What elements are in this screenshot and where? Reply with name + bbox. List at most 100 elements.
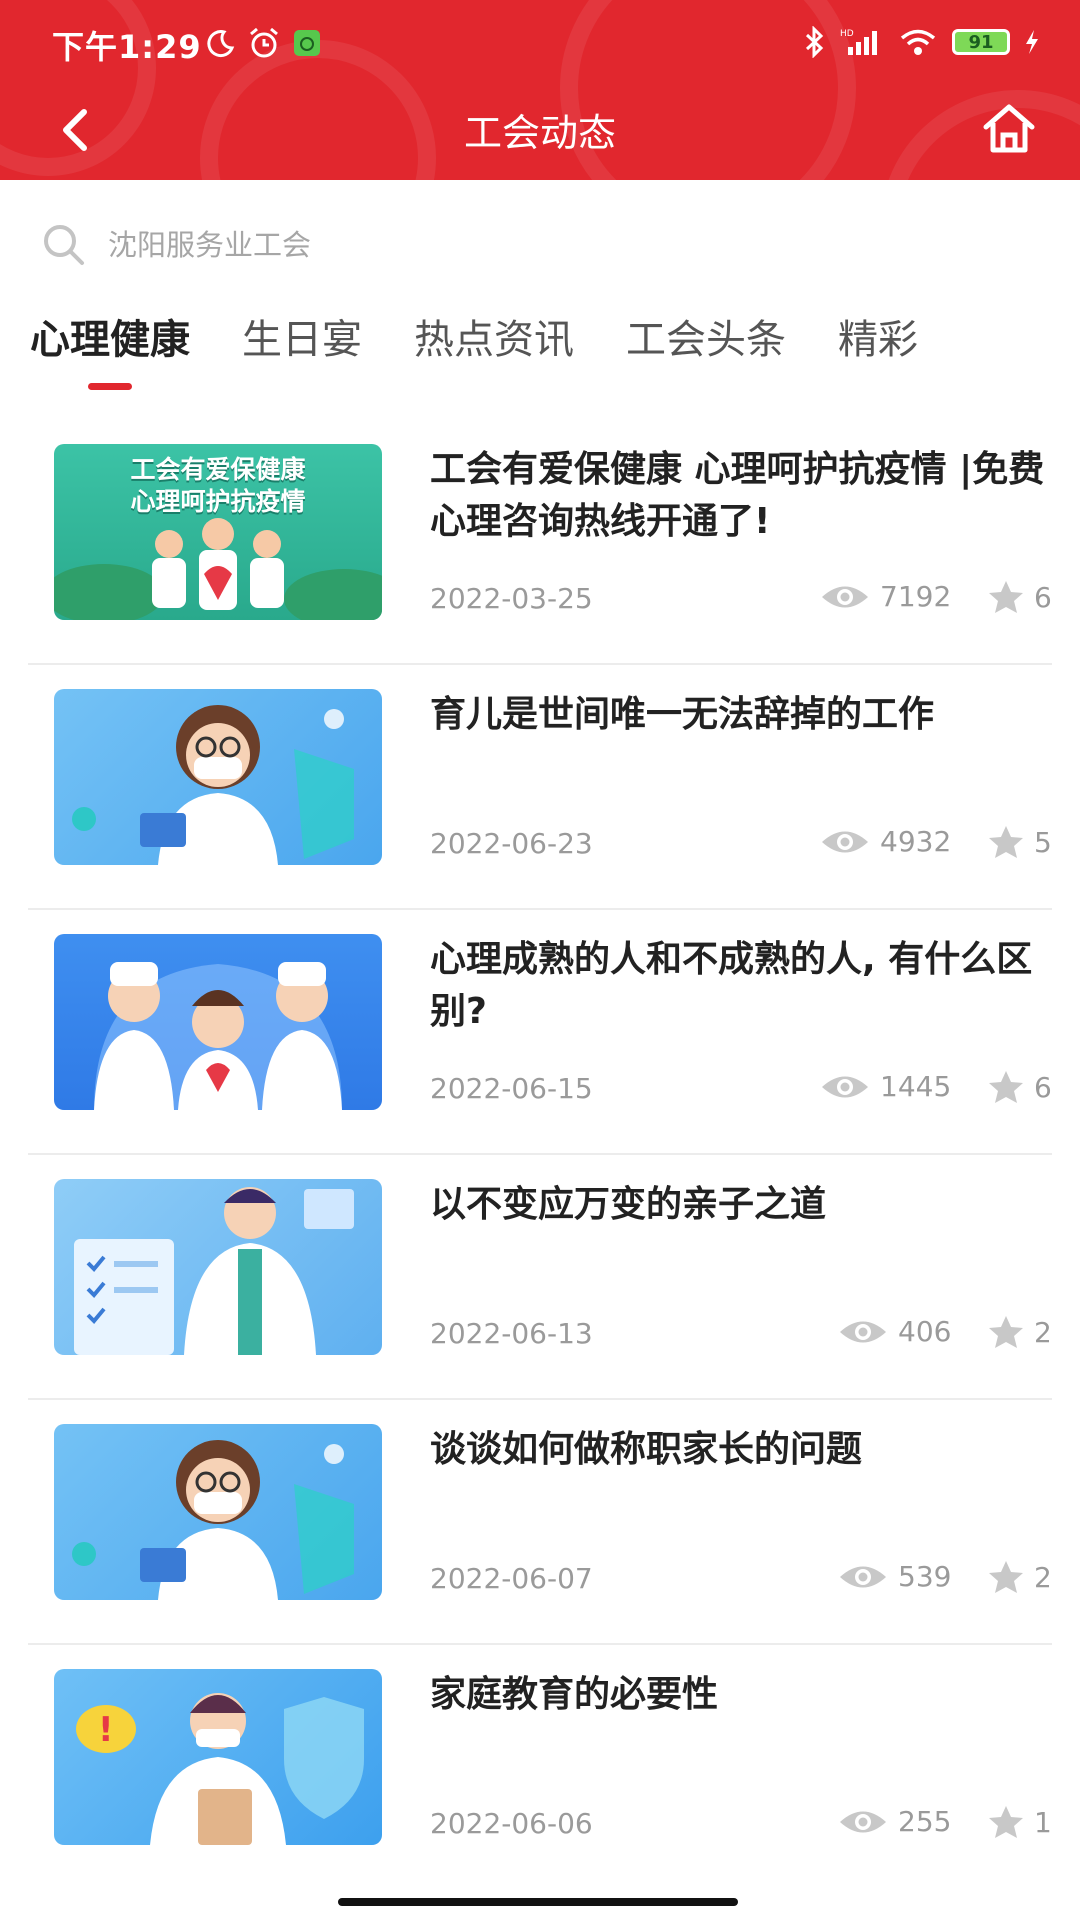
star-icon bbox=[989, 581, 1023, 613]
article-thumbnail: ! bbox=[54, 1669, 382, 1845]
eye-icon bbox=[840, 1566, 886, 1587]
star-icon bbox=[989, 1071, 1023, 1103]
view-count: 539 bbox=[838, 1560, 951, 1593]
thumbnail-illustration bbox=[72, 705, 354, 865]
view-count: 1445 bbox=[820, 1070, 951, 1103]
article-title[interactable]: 家庭教育的必要性 bbox=[430, 1669, 1070, 1721]
list-item[interactable]: 育儿是世间唯一无法辞掉的工作 2022-06-23 4932 5 bbox=[28, 665, 1052, 910]
battery-level: 91 bbox=[968, 31, 994, 53]
alarm-icon bbox=[250, 27, 278, 58]
bluetooth-icon bbox=[805, 26, 824, 58]
thumbnail-illustration bbox=[72, 1440, 354, 1600]
star-count-value: 5 bbox=[1034, 825, 1052, 859]
view-count-value: 4932 bbox=[880, 825, 952, 858]
app-header: 下午1:29 HD 91 工会动态 bbox=[0, 0, 1080, 180]
thumbnail-illustration bbox=[94, 962, 342, 1110]
moon-icon bbox=[207, 30, 235, 58]
eye-icon bbox=[822, 831, 868, 852]
app-notification-icon bbox=[294, 30, 320, 56]
wifi-icon bbox=[900, 29, 936, 55]
list-item[interactable]: 工会有爱保健康 心理呵护抗疫情 工会有爱保健康 心理呵护抗疫情 |免费心理咨询热… bbox=[28, 420, 1052, 665]
view-count-value: 1445 bbox=[880, 1070, 952, 1103]
list-item[interactable]: 以不变应万变的亲子之道 2022-06-13 406 2 bbox=[28, 1155, 1052, 1400]
home-icon bbox=[983, 104, 1035, 153]
signal-icon: HD bbox=[840, 29, 877, 55]
view-count: 255 bbox=[838, 1805, 951, 1838]
search-input[interactable] bbox=[106, 227, 910, 263]
svg-text:!: ! bbox=[98, 1710, 114, 1750]
svg-text:HD: HD bbox=[840, 29, 854, 39]
star-icon bbox=[989, 1561, 1023, 1593]
tab-shengri-yan[interactable]: 生日宴 bbox=[242, 310, 362, 390]
tab-label: 心理健康 bbox=[30, 317, 190, 363]
status-left-icons bbox=[205, 26, 321, 60]
star-count-value: 2 bbox=[1034, 1560, 1052, 1594]
search-icon bbox=[44, 225, 84, 265]
home-button[interactable] bbox=[976, 96, 1042, 162]
list-item[interactable]: 谈谈如何做称职家长的问题 2022-06-07 539 2 bbox=[28, 1400, 1052, 1645]
article-title[interactable]: 育儿是世间唯一无法辞掉的工作 bbox=[430, 689, 1070, 741]
star-count-value: 2 bbox=[1034, 1315, 1052, 1349]
tab-gonghui-toutiao[interactable]: 工会头条 bbox=[626, 310, 786, 390]
view-count-value: 7192 bbox=[880, 580, 952, 613]
star-icon bbox=[989, 1316, 1023, 1348]
thumbnail-caption: 工会有爱保健康 bbox=[130, 455, 306, 484]
star-count-value: 6 bbox=[1034, 1070, 1052, 1104]
thumbnail-illustration: ! bbox=[76, 1693, 364, 1845]
nav-bar: 工会动态 bbox=[0, 90, 1080, 180]
article-date: 2022-03-25 bbox=[430, 582, 593, 615]
list-item[interactable]: 心理成熟的人和不成熟的人, 有什么区别? 2022-06-15 1445 6 bbox=[28, 910, 1052, 1155]
eye-icon bbox=[840, 1811, 886, 1832]
article-date: 2022-06-15 bbox=[430, 1072, 593, 1105]
star-count: 6 bbox=[988, 580, 1068, 614]
view-count-value: 255 bbox=[898, 1805, 952, 1838]
tab-redian-zixun[interactable]: 热点资讯 bbox=[414, 310, 574, 390]
battery-indicator: 91 bbox=[952, 29, 1010, 55]
thumbnail-caption: 心理呵护抗疫情 bbox=[130, 487, 306, 516]
eye-icon bbox=[822, 1076, 868, 1097]
eye-icon bbox=[822, 586, 868, 607]
star-icon bbox=[989, 1806, 1023, 1838]
article-date: 2022-06-07 bbox=[430, 1562, 593, 1595]
star-count: 2 bbox=[988, 1315, 1068, 1349]
category-tabs: 心理健康 生日宴 热点资讯 工会头条 精彩 bbox=[30, 310, 1060, 400]
tab-jingcai[interactable]: 精彩 bbox=[838, 310, 918, 390]
status-time: 下午1:29 bbox=[52, 28, 202, 66]
star-count-value: 1 bbox=[1034, 1805, 1052, 1839]
star-count: 2 bbox=[988, 1560, 1068, 1594]
article-date: 2022-06-23 bbox=[430, 827, 593, 860]
article-thumbnail bbox=[54, 1179, 382, 1355]
star-count: 5 bbox=[988, 825, 1068, 859]
view-count-value: 539 bbox=[898, 1560, 952, 1593]
article-thumbnail: 工会有爱保健康 心理呵护抗疫情 bbox=[54, 444, 382, 620]
status-bar: 下午1:29 HD 91 bbox=[0, 0, 1080, 90]
charging-icon bbox=[1026, 30, 1038, 54]
article-title[interactable]: 以不变应万变的亲子之道 bbox=[430, 1179, 1070, 1231]
article-date: 2022-06-06 bbox=[430, 1807, 593, 1840]
page-title: 工会动态 bbox=[463, 111, 616, 155]
list-item[interactable]: ! 家庭教育的必要性 2022-06-06 255 1 bbox=[28, 1645, 1052, 1888]
active-tab-indicator bbox=[88, 383, 132, 390]
view-count: 406 bbox=[838, 1315, 951, 1348]
article-list: 工会有爱保健康 心理呵护抗疫情 工会有爱保健康 心理呵护抗疫情 |免费心理咨询热… bbox=[0, 420, 1080, 1888]
view-count: 7192 bbox=[820, 580, 951, 613]
view-count-value: 406 bbox=[898, 1315, 952, 1348]
star-count-value: 6 bbox=[1034, 580, 1052, 614]
tab-label: 生日宴 bbox=[242, 317, 362, 363]
tab-xinli-jiankang[interactable]: 心理健康 bbox=[30, 310, 190, 390]
search-bar[interactable] bbox=[40, 215, 1040, 275]
eye-icon bbox=[840, 1321, 886, 1342]
tab-label: 工会头条 bbox=[626, 317, 786, 363]
article-title[interactable]: 谈谈如何做称职家长的问题 bbox=[430, 1424, 1070, 1476]
article-date: 2022-06-13 bbox=[430, 1317, 593, 1350]
view-count: 4932 bbox=[820, 825, 951, 858]
article-thumbnail bbox=[54, 1424, 382, 1600]
article-title[interactable]: 心理成熟的人和不成熟的人, 有什么区别? bbox=[430, 934, 1070, 1038]
home-indicator[interactable] bbox=[338, 1898, 738, 1906]
star-count: 1 bbox=[988, 1805, 1068, 1839]
thumbnail-illustration bbox=[74, 1187, 354, 1355]
star-icon bbox=[989, 826, 1023, 858]
tab-label: 热点资讯 bbox=[414, 317, 574, 363]
status-right-icons: HD 91 bbox=[804, 26, 1040, 58]
article-title[interactable]: 工会有爱保健康 心理呵护抗疫情 |免费心理咨询热线开通了! bbox=[430, 444, 1070, 548]
